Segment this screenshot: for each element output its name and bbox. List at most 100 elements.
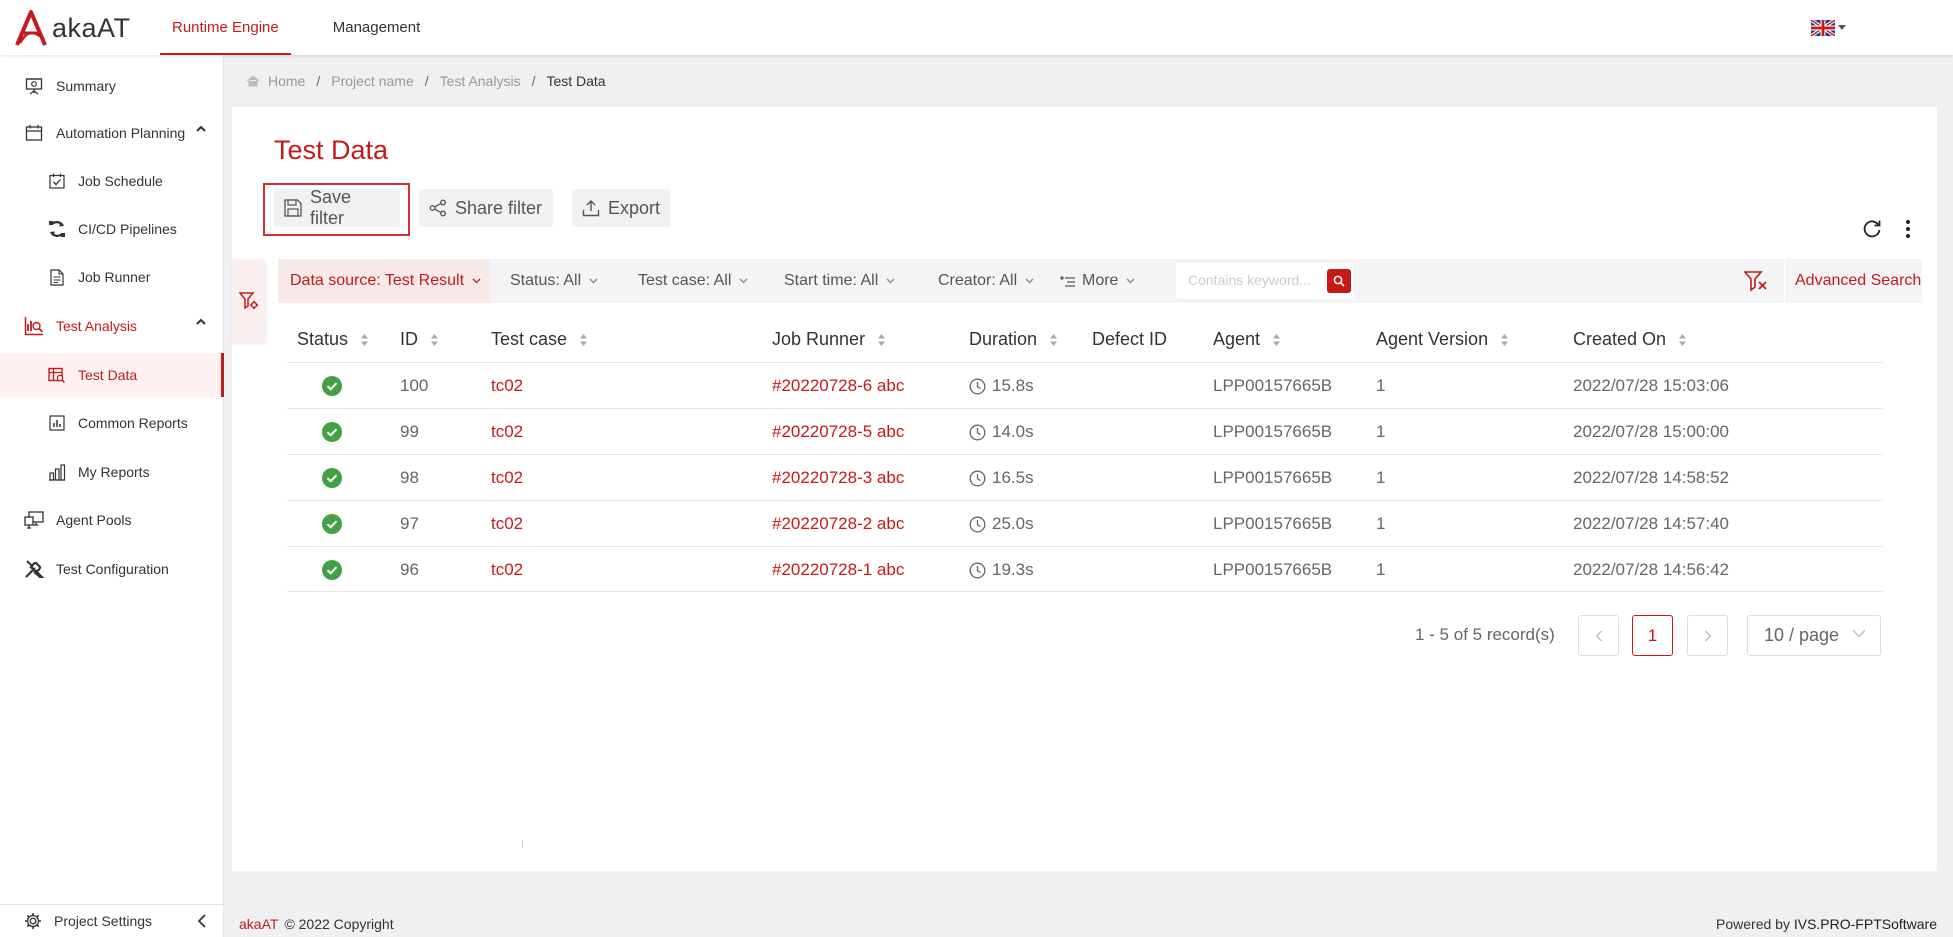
- pagination-info: 1 - 5 of 5 record(s): [1415, 625, 1555, 644]
- job-runner-link[interactable]: #20220728-2 abc: [772, 501, 904, 547]
- sort-icon[interactable]: [579, 333, 588, 347]
- test-case-link[interactable]: tc02: [491, 547, 523, 593]
- page-size-select[interactable]: 10 / page: [1747, 615, 1881, 656]
- sidebar-item-test-analysis[interactable]: Test Analysis: [0, 304, 224, 348]
- share-filter-button[interactable]: Share filter: [419, 189, 553, 227]
- agent-cell: LPP00157665B: [1213, 409, 1332, 455]
- created-on-cell-text: 2022/07/28 15:03:06: [1573, 376, 1729, 395]
- export-button[interactable]: Export: [572, 189, 670, 227]
- job-runner-link[interactable]: #20220728-5 abc: [772, 409, 904, 455]
- page-number-button[interactable]: 1: [1632, 615, 1673, 656]
- sort-icon[interactable]: [1272, 333, 1281, 347]
- prev-page-button[interactable]: [1578, 615, 1619, 656]
- pipeline-icon: [48, 219, 66, 239]
- chevron-down-icon: [472, 278, 481, 284]
- test-case-filter[interactable]: Test case: All: [638, 259, 748, 303]
- footer: akaAT © 2022 Copyright Powered by IVS.PR…: [224, 910, 1953, 937]
- breadcrumb-home[interactable]: Home: [268, 73, 305, 89]
- divider: [1784, 259, 1785, 303]
- test-case-link[interactable]: tc02: [491, 455, 523, 501]
- app-logo[interactable]: akaAT: [14, 9, 131, 47]
- language-selector[interactable]: [1811, 20, 1846, 36]
- nav-runtime-engine[interactable]: Runtime Engine: [160, 0, 291, 55]
- test-case-link-text: tc02: [491, 376, 524, 395]
- agent-cell-text: LPP00157665B: [1213, 468, 1333, 487]
- breadcrumb-project[interactable]: Project name: [331, 73, 413, 89]
- column-header-defect-id: Defect ID: [1092, 317, 1167, 362]
- share-icon: [429, 199, 447, 217]
- job-runner-link[interactable]: #20220728-1 abc: [772, 547, 904, 593]
- status-cell: [322, 363, 342, 409]
- id-cell-text: 97: [400, 514, 419, 533]
- search-button[interactable]: [1327, 269, 1351, 293]
- gear-icon: [24, 912, 42, 930]
- sidebar-item-cicd-pipelines[interactable]: CI/CD Pipelines: [0, 207, 224, 251]
- table-row: 98 tc02 #20220728-3 abc 16.5s LPP00157665B 1 2…: [287, 454, 1883, 500]
- duration-cell: 19.3s: [969, 547, 1034, 593]
- refresh-icon[interactable]: [1862, 219, 1882, 239]
- test-case-link[interactable]: tc02: [491, 409, 523, 455]
- status-filter[interactable]: Status: All: [510, 259, 598, 303]
- sort-icon[interactable]: [1500, 333, 1509, 347]
- agent-cell-text: LPP00157665B: [1213, 422, 1333, 441]
- sidebar-item-test-configuration[interactable]: Test Configuration: [0, 547, 224, 591]
- page-title: Test Data: [274, 135, 389, 165]
- sidebar-item-job-schedule[interactable]: Job Schedule: [0, 159, 224, 203]
- more-vertical-icon[interactable]: [1905, 219, 1911, 239]
- created-on-cell-text: 2022/07/28 15:00:00: [1573, 422, 1729, 441]
- agent-cell: LPP00157665B: [1213, 455, 1332, 501]
- job-runner-link-text: #20220728-6 abc: [772, 376, 905, 395]
- sort-icon[interactable]: [430, 333, 439, 347]
- nav-management[interactable]: Management: [321, 0, 433, 55]
- project-settings-label: Project Settings: [54, 913, 153, 929]
- breadcrumb-test-analysis[interactable]: Test Analysis: [440, 73, 521, 89]
- sidebar-item-common-reports[interactable]: Common Reports: [0, 401, 224, 445]
- column-label: Agent Version: [1376, 329, 1489, 349]
- test-case-link[interactable]: tc02: [491, 363, 523, 409]
- footer-brand: akaAT: [239, 915, 279, 932]
- clock-icon: [969, 378, 986, 395]
- more-filters[interactable]: More: [1060, 259, 1135, 303]
- sort-icon[interactable]: [360, 333, 369, 347]
- created-on-cell: 2022/07/28 14:57:40: [1573, 501, 1729, 547]
- job-runner-link[interactable]: #20220728-3 abc: [772, 455, 904, 501]
- sidebar-item-my-reports[interactable]: My Reports: [0, 450, 224, 494]
- breadcrumb-separator: /: [316, 73, 321, 89]
- sort-icon[interactable]: [1049, 333, 1058, 347]
- agent-version-cell: 1: [1376, 501, 1385, 547]
- table-header: Status ID Test case Job Runner Duration …: [287, 317, 1883, 362]
- export-label: Export: [608, 197, 661, 218]
- test-case-link[interactable]: tc02: [491, 501, 523, 547]
- sidebar-item-summary[interactable]: Summary: [0, 64, 224, 108]
- status-filter-label: Status: All: [510, 272, 582, 289]
- agent-cell-text: LPP00157665B: [1213, 376, 1333, 395]
- search-input[interactable]: [1188, 272, 1318, 288]
- clear-filter-icon[interactable]: [1744, 270, 1768, 292]
- sort-icon[interactable]: [877, 333, 886, 347]
- calendar-check-icon: [48, 171, 66, 191]
- duration-cell-text: 16.5s: [992, 468, 1034, 487]
- start-time-filter[interactable]: Start time: All: [784, 259, 895, 303]
- calendar-icon: [24, 123, 44, 143]
- sidebar-item-job-runner[interactable]: Job Runner: [0, 255, 224, 299]
- job-runner-link[interactable]: #20220728-6 abc: [772, 363, 904, 409]
- powered-company: IVS.PRO-FPTSoftware: [1793, 915, 1937, 932]
- sidebar-item-automation-planning[interactable]: Automation Planning: [0, 111, 224, 155]
- sort-icon[interactable]: [1678, 333, 1687, 347]
- creator-filter[interactable]: Creator: All: [938, 259, 1034, 303]
- sidebar-item-test-data[interactable]: Test Data: [0, 353, 224, 397]
- sidebar-item-agent-pools[interactable]: Agent Pools: [0, 498, 224, 542]
- data-source-filter[interactable]: Data source: Test Result: [278, 259, 490, 303]
- project-settings[interactable]: Project Settings: [0, 904, 224, 937]
- footer-copyright: © 2022 Copyright: [284, 915, 394, 932]
- table-row: 100 tc02 #20220728-6 abc 15.8s LPP00157665B 1…: [287, 362, 1883, 408]
- collapse-sidebar-icon[interactable]: [197, 913, 207, 929]
- chevron-up-icon: [196, 125, 206, 133]
- filter-settings-toggle[interactable]: [232, 259, 265, 343]
- next-page-button[interactable]: [1687, 615, 1728, 656]
- sidebar-item-label: Job Runner: [78, 269, 151, 285]
- agent-cell: LPP00157665B: [1213, 547, 1332, 593]
- advanced-search-link[interactable]: Advanced Search: [1795, 272, 1921, 290]
- check-circle-icon: [322, 422, 342, 442]
- more-filters-label: More: [1082, 272, 1119, 289]
